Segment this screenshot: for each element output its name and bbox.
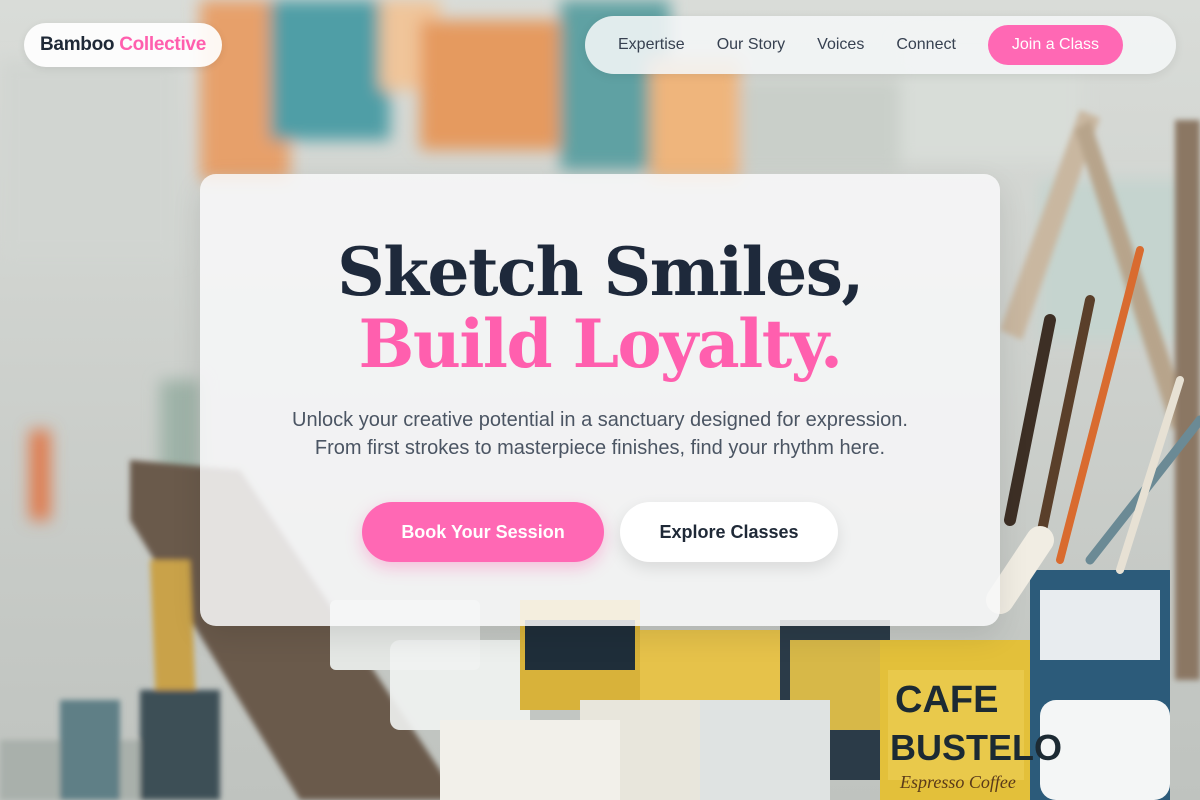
- nav-link-our-story[interactable]: Our Story: [717, 36, 785, 54]
- join-a-class-button[interactable]: Join a Class: [987, 25, 1124, 65]
- hero-headline: Sketch Smiles, Build Loyalty.: [200, 236, 1000, 380]
- subtext-line-2: From first strokes to masterpiece finish…: [314, 437, 886, 459]
- can-label-bustelo: BUSTELO: [890, 727, 1062, 768]
- explore-classes-button[interactable]: Explore Classes: [620, 502, 838, 562]
- hero-subtext: Unlock your creative potential in a sanc…: [240, 406, 960, 462]
- nav-link-connect[interactable]: Connect: [896, 36, 956, 54]
- can-label-cafe: CAFE: [895, 679, 998, 721]
- main-navigation: Expertise Our Story Voices Connect Join …: [585, 16, 1176, 74]
- headline-line-1: Sketch Smiles,: [337, 233, 864, 311]
- hero-section: CAFE BUSTELO Espresso Coffee Bamboo Coll…: [0, 0, 1200, 800]
- hero-card: Sketch Smiles, Build Loyalty. Unlock you…: [200, 174, 1000, 626]
- nav-links: Expertise Our Story Voices Connect: [618, 36, 988, 54]
- subtext-line-1: Unlock your creative potential in a sanc…: [292, 409, 908, 431]
- brand-logo[interactable]: Bamboo Collective: [24, 23, 222, 67]
- can-label-espresso: Espresso Coffee: [899, 772, 1016, 792]
- book-your-session-button[interactable]: Book Your Session: [362, 502, 604, 562]
- nav-link-voices[interactable]: Voices: [817, 36, 864, 54]
- brand-name-primary: Bamboo: [40, 34, 115, 55]
- brand-name-accent: Collective: [119, 34, 206, 55]
- nav-link-expertise[interactable]: Expertise: [618, 36, 685, 54]
- headline-line-2: Build Loyalty.: [358, 305, 843, 383]
